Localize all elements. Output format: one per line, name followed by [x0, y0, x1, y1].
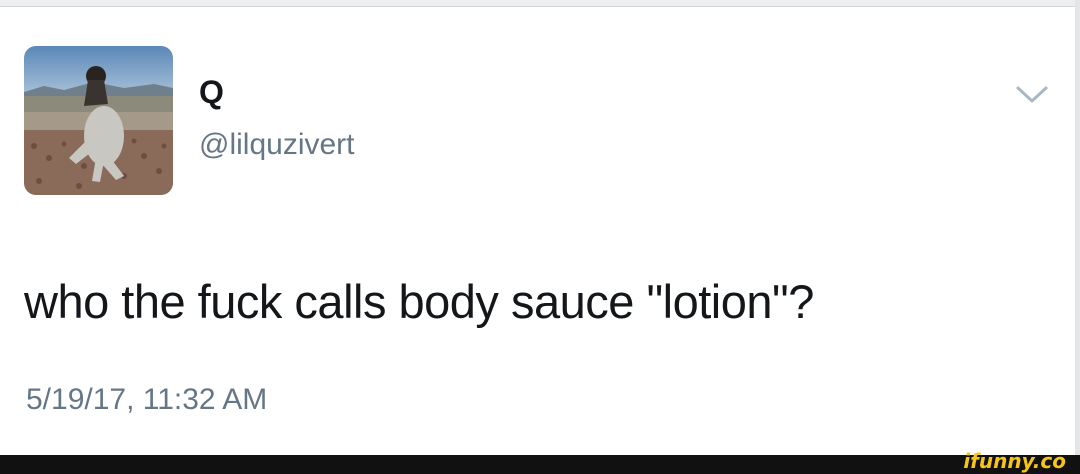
chevron-down-icon[interactable] [1012, 80, 1052, 108]
avatar[interactable] [24, 46, 173, 195]
right-divider [1075, 0, 1080, 455]
profile-photo [24, 46, 173, 195]
user-handle[interactable]: @lilquzivert [199, 130, 355, 160]
tweet-text: who the fuck calls body sauce "lotion"? [24, 275, 814, 328]
display-name[interactable]: Q [199, 76, 224, 108]
timestamp[interactable]: 5/19/17, 11:32 AM [26, 385, 267, 415]
top-divider [0, 0, 1080, 7]
watermark-logo: ifunny.co [963, 449, 1066, 473]
footer-bar: ifunny.co [0, 451, 1080, 474]
